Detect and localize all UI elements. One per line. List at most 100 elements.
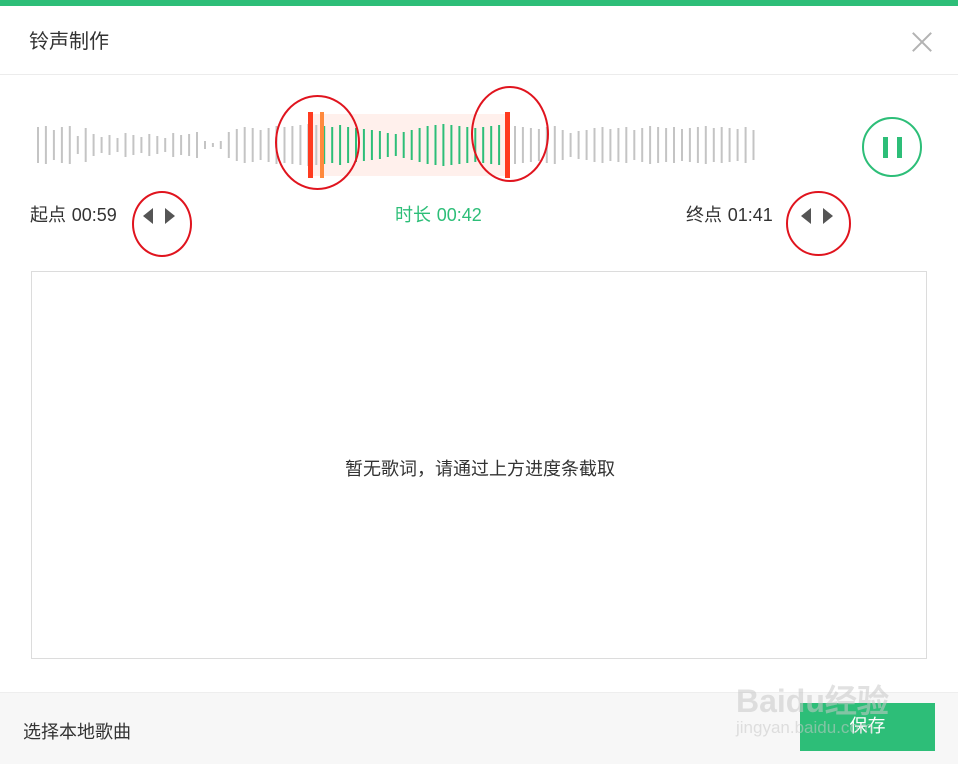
end-decrement-icon[interactable]: [798, 206, 814, 226]
waveform-bar: [665, 128, 668, 162]
start-time-display: 起点 00:59: [30, 201, 117, 227]
waveform-bar: [108, 135, 111, 155]
pause-button[interactable]: [862, 117, 922, 177]
waveform-bar: [339, 125, 342, 165]
waveform-bar: [490, 126, 493, 164]
waveform-bar: [514, 126, 516, 164]
waveform-bar: [545, 127, 548, 163]
waveform-bar: [92, 134, 95, 156]
waveform-bar: [378, 131, 381, 159]
waveform-bar: [347, 127, 350, 163]
waveform-bar: [521, 127, 524, 163]
waveform-bar: [657, 127, 660, 163]
waveform-bar: [736, 129, 739, 161]
waveform-bar: [577, 131, 580, 159]
pause-icon-bar-left: [883, 137, 888, 158]
end-increment-icon[interactable]: [820, 206, 836, 226]
waveform-bar: [601, 127, 604, 163]
waveform-bar: [116, 138, 119, 152]
waveform-bar: [291, 126, 294, 164]
waveform-bar: [132, 135, 135, 155]
waveform-bar: [259, 130, 262, 160]
waveform-bar: [68, 126, 71, 164]
waveform-bar: [744, 127, 747, 163]
end-time-value: 01:41: [727, 205, 773, 225]
playhead[interactable]: [320, 112, 324, 178]
waveform-bar: [712, 128, 715, 162]
waveform-bar: [609, 129, 612, 161]
waveform-bar: [37, 127, 39, 163]
waveform[interactable]: [30, 100, 770, 190]
waveform-bar: [362, 129, 365, 161]
duration-value: 00:42: [436, 205, 482, 225]
select-local-song-link[interactable]: 选择本地歌曲: [23, 718, 131, 744]
waveform-bar: [537, 129, 540, 161]
waveform-bar: [617, 128, 620, 162]
waveform-bar: [235, 129, 238, 161]
pause-icon-bar-right: [897, 137, 902, 158]
waveform-bar: [204, 141, 206, 149]
waveform-bar: [188, 134, 191, 156]
waveform-bar: [394, 134, 397, 156]
waveform-bar: [211, 143, 214, 147]
start-decrement-icon[interactable]: [140, 206, 156, 226]
waveform-bar: [275, 126, 278, 164]
waveform-bar: [434, 125, 437, 165]
start-time-value: 00:59: [71, 205, 117, 225]
waveform-bar: [681, 129, 683, 161]
waveform-bar: [418, 128, 421, 162]
waveform-bar: [752, 130, 755, 160]
waveform-bar: [227, 132, 230, 158]
waveform-bar: [180, 135, 183, 155]
end-label: 终点: [686, 205, 722, 226]
waveform-bar: [219, 141, 222, 149]
start-handle[interactable]: [308, 112, 313, 178]
waveform-bar: [196, 132, 198, 158]
dialog-footer: 选择本地歌曲 保存: [0, 692, 958, 764]
waveform-bar: [60, 127, 63, 163]
save-button[interactable]: 保存: [800, 703, 935, 751]
waveform-bar: [696, 127, 699, 163]
waveform-bar: [466, 127, 469, 163]
waveform-bar: [720, 127, 723, 163]
close-icon[interactable]: [908, 28, 936, 56]
waveform-bar: [688, 128, 691, 162]
duration-label: 时长: [395, 205, 431, 226]
annotation-circle-end-arrows: [786, 191, 851, 256]
waveform-bar: [569, 133, 572, 157]
lyrics-panel: 暂无歌词，请通过上方进度条截取: [31, 271, 927, 659]
waveform-bar: [172, 133, 175, 157]
waveform-bar: [442, 124, 445, 166]
waveform-bar: [76, 136, 79, 154]
waveform-bar: [641, 128, 644, 162]
duration-display: 时长 00:42: [395, 201, 482, 227]
waveform-bar: [426, 126, 429, 164]
waveform-bar: [52, 130, 55, 160]
waveform-bar: [267, 128, 270, 162]
waveform-bar: [402, 132, 405, 158]
start-increment-icon[interactable]: [162, 206, 178, 226]
dialog-title: 铃声制作: [29, 29, 109, 53]
waveform-bar: [331, 127, 334, 163]
waveform-bar: [100, 137, 103, 153]
waveform-bar: [243, 127, 246, 163]
end-time-display: 终点 01:41: [686, 201, 773, 227]
waveform-bar: [529, 128, 532, 162]
end-handle[interactable]: [505, 112, 510, 178]
waveform-bar: [450, 125, 453, 165]
start-label: 起点: [30, 205, 66, 226]
waveform-bar: [386, 133, 389, 157]
waveform-bar: [140, 137, 143, 153]
waveform-bar: [84, 128, 87, 162]
waveform-bar: [148, 134, 151, 156]
waveform-bar: [553, 126, 556, 164]
waveform-bar: [561, 130, 564, 160]
waveform-bar: [283, 127, 286, 163]
waveform-bar: [585, 130, 588, 160]
waveform-bar: [355, 128, 357, 162]
lyrics-empty-message: 暂无歌词，请通过上方进度条截取: [345, 459, 615, 480]
waveform-bar: [315, 125, 318, 165]
waveform-bar: [458, 126, 461, 164]
waveform-bar: [728, 128, 731, 162]
waveform-bar: [474, 128, 477, 162]
